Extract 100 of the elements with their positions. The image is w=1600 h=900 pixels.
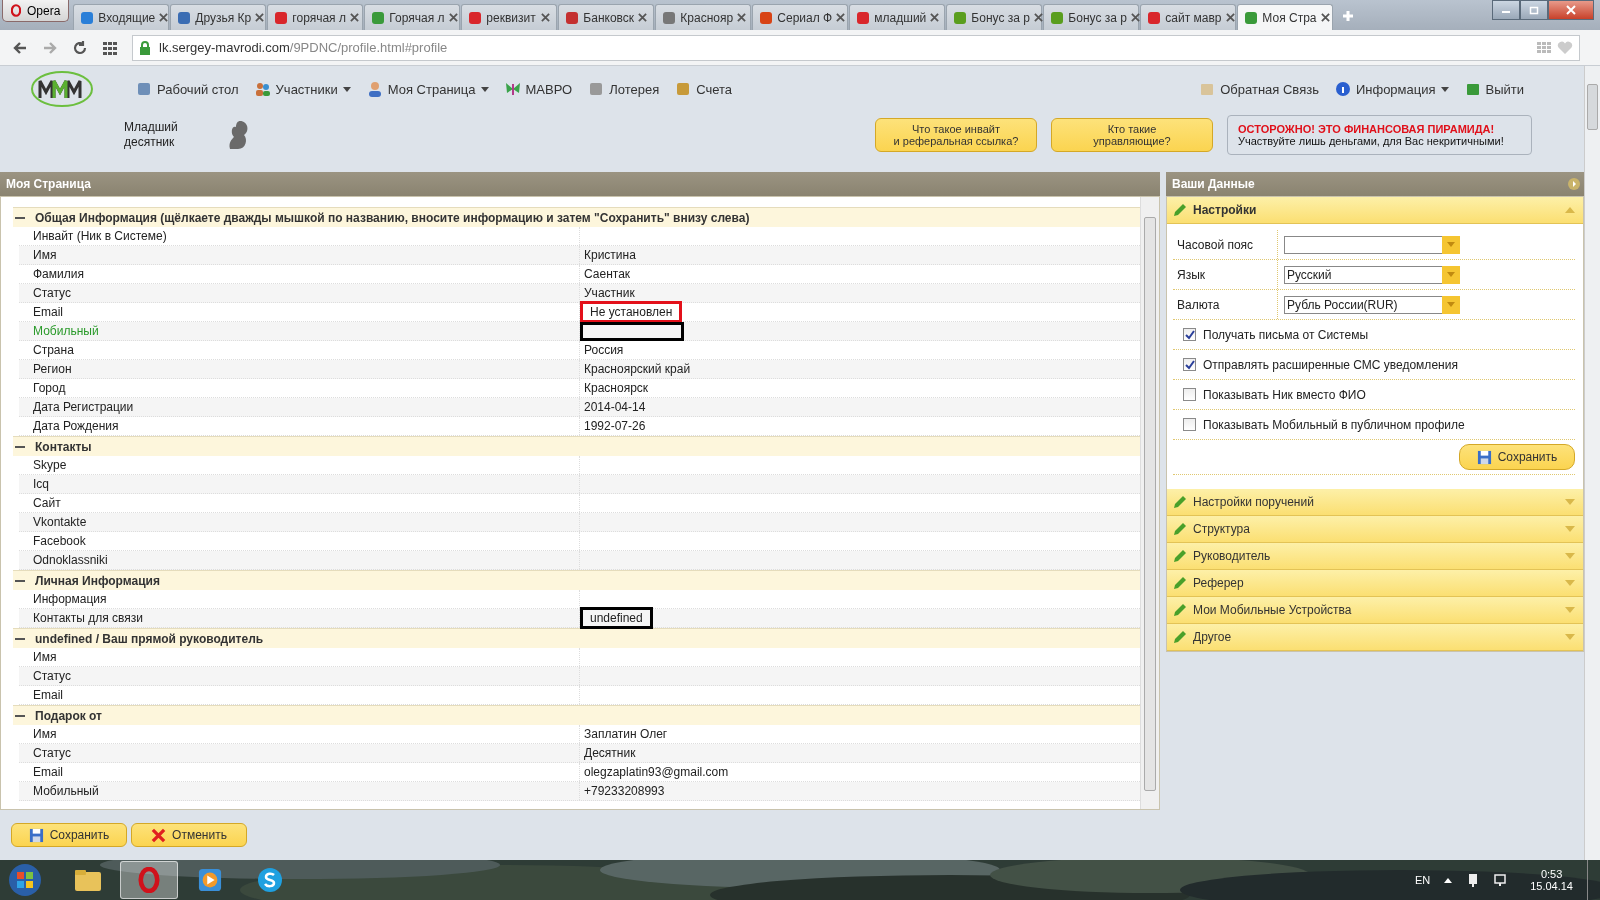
opera-logo-icon: [138, 867, 160, 893]
close-icon[interactable]: [836, 13, 846, 22]
checkbox-label: Отправлять расширенные СМС уведомления: [1203, 357, 1458, 372]
browser-tab[interactable]: младший: [849, 4, 946, 30]
close-icon[interactable]: [448, 13, 458, 22]
nav-menu-item[interactable]: Обратная Связь: [1199, 81, 1319, 97]
setting-label: Часовой пояс: [1177, 237, 1254, 252]
logo-icon[interactable]: [30, 70, 94, 108]
tab-title: Краснояр: [680, 10, 734, 25]
help-button[interactable]: Кто такие управляющие?: [1051, 118, 1213, 152]
browser-tab[interactable]: Бонус за р: [1043, 4, 1140, 30]
caret-icon[interactable]: [1444, 877, 1453, 883]
cancel-button[interactable]: Отменить: [131, 823, 247, 847]
lock-icon: [139, 40, 151, 55]
close-icon[interactable]: [1033, 13, 1043, 22]
field-value: Красноярский край: [584, 362, 691, 376]
accordion-header[interactable]: Настройки поручений: [1167, 489, 1583, 516]
close-icon[interactable]: [1320, 13, 1330, 22]
maximize-button[interactable]: [1520, 0, 1548, 20]
checkbox-label: Показывать Мобильный в публичном профиле: [1203, 417, 1465, 432]
checkbox[interactable]: [1183, 418, 1196, 431]
close-icon[interactable]: [1130, 13, 1140, 22]
close-icon[interactable]: [541, 13, 551, 22]
browser-tab[interactable]: Банковск: [558, 4, 655, 30]
nav-menu-item[interactable]: Лотерея: [588, 81, 660, 97]
accordion-header[interactable]: Реферер: [1167, 570, 1583, 597]
browser-tab[interactable]: Моя Стра: [1237, 4, 1334, 30]
scrollbar[interactable]: [1140, 197, 1159, 809]
site-icon: [565, 10, 580, 25]
setting-label: Валюта: [1177, 297, 1220, 312]
browser-menu-button[interactable]: Opera: [2, 0, 70, 22]
accordion-header[interactable]: Структура: [1167, 516, 1583, 543]
section-header[interactable]: Общая Информация (щёлкаете дважды мышкой по названию, вносите информацию и затем "Сохранить" внизу слева): [13, 207, 1140, 227]
section-header[interactable]: Подарок от: [13, 705, 1140, 725]
nav-menu-item[interactable]: Участники: [254, 81, 351, 97]
network-icon[interactable]: [1494, 873, 1509, 887]
nav-menu-item[interactable]: Моя Страница: [366, 81, 489, 97]
field-value: olegzaplatin93@gmail.com: [584, 765, 729, 779]
caret-icon: [1565, 553, 1575, 559]
checkbox[interactable]: [1183, 328, 1196, 341]
browser-tab[interactable]: Друзья Кр: [170, 4, 267, 30]
speed-dial-icon[interactable]: [102, 39, 118, 56]
close-icon[interactable]: [349, 13, 359, 22]
nav-menu-item[interactable]: Информация: [1334, 81, 1449, 97]
field-label: Icq: [33, 477, 49, 491]
browser-tab[interactable]: Горячая л: [364, 4, 461, 30]
section-header[interactable]: Контакты: [13, 436, 1140, 456]
checkbox[interactable]: [1183, 358, 1196, 371]
language-indicator[interactable]: EN: [1414, 874, 1431, 886]
close-icon[interactable]: [930, 13, 940, 22]
site-icon: [1147, 10, 1162, 25]
person-icon: [366, 81, 383, 97]
back-icon[interactable]: [12, 39, 28, 56]
browser-tab[interactable]: сайт мавр: [1140, 4, 1237, 30]
accordion-header[interactable]: Руководитель: [1167, 543, 1583, 570]
section-header[interactable]: undefined / Ваш прямой руководитель: [13, 628, 1140, 648]
close-button[interactable]: [1548, 0, 1594, 20]
close-icon: [1566, 5, 1576, 15]
accordion-header[interactable]: Другое: [1167, 624, 1583, 651]
nav-menu-item[interactable]: Выйти: [1464, 81, 1524, 97]
accordion-header[interactable]: Мои Мобильные Устройства: [1167, 597, 1583, 624]
browser-tab[interactable]: Сериал Ф: [752, 4, 849, 30]
tab-title: Входящие: [98, 10, 156, 25]
field-value: 2014-04-14: [584, 400, 646, 414]
close-icon[interactable]: [1225, 13, 1235, 22]
section-header[interactable]: Личная Информация: [13, 570, 1140, 590]
checkbox[interactable]: [1183, 388, 1196, 401]
caret-icon: [1447, 272, 1455, 277]
accordion-header[interactable]: Настройки: [1167, 197, 1583, 224]
save-button[interactable]: Сохранить: [1459, 444, 1575, 470]
close-icon[interactable]: [638, 13, 648, 22]
browser-tab[interactable]: Бонус за р: [946, 4, 1043, 30]
panel-title: Моя Страница: [6, 177, 91, 191]
browser-tab[interactable]: реквизит: [461, 4, 558, 30]
dropdown-field[interactable]: [1284, 235, 1460, 254]
help-button[interactable]: Что такое инвайт и реферальная ссылка?: [875, 118, 1037, 152]
scrollbar[interactable]: [1584, 66, 1600, 860]
field-label: Дата Рождения: [33, 419, 119, 433]
browser-tab[interactable]: Краснояр: [655, 4, 752, 30]
dropdown-field[interactable]: Русский: [1284, 265, 1460, 284]
field-value: Россия: [584, 343, 624, 357]
browser-tab[interactable]: горячая л: [267, 4, 364, 30]
field-label: Имя: [33, 248, 57, 262]
dropdown-field[interactable]: Рубль России(RUR): [1284, 295, 1460, 314]
nav-menu-item[interactable]: Рабочий стол: [136, 81, 239, 97]
nav-menu-item[interactable]: Счета: [675, 81, 733, 97]
browser-tab[interactable]: Входящие: [73, 4, 170, 30]
start-button[interactable]: [8, 863, 42, 897]
pencil-icon: [1173, 630, 1187, 644]
minimize-button[interactable]: [1492, 0, 1520, 20]
close-icon[interactable]: [159, 13, 169, 22]
field-label: Email: [33, 305, 63, 319]
field-label: Фамилия: [33, 267, 84, 281]
field-value: Участник: [584, 286, 635, 300]
save-button[interactable]: Сохранить: [11, 823, 127, 847]
reload-icon[interactable]: [72, 39, 88, 56]
close-icon[interactable]: [255, 13, 265, 22]
close-icon[interactable]: [737, 13, 747, 22]
nav-menu-item[interactable]: МАВРО: [504, 81, 573, 97]
tab-title: реквизит: [486, 10, 537, 25]
